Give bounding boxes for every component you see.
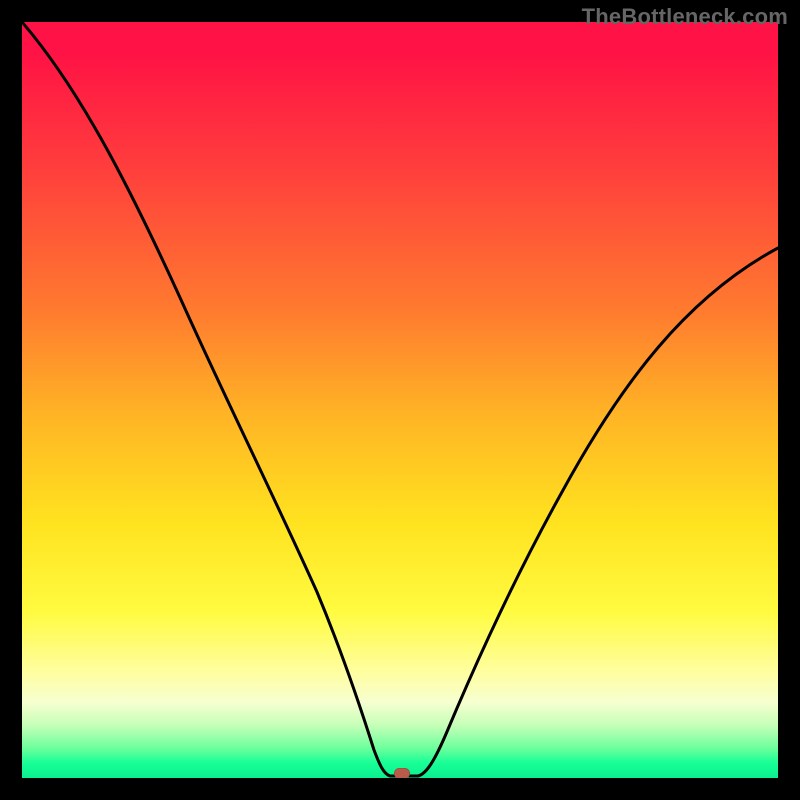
bottleneck-curve <box>22 22 778 778</box>
plot-area <box>22 22 778 778</box>
watermark-text: TheBottleneck.com <box>582 4 788 30</box>
optimum-marker <box>394 768 410 778</box>
chart-frame: TheBottleneck.com <box>0 0 800 800</box>
curve-path <box>22 22 778 776</box>
